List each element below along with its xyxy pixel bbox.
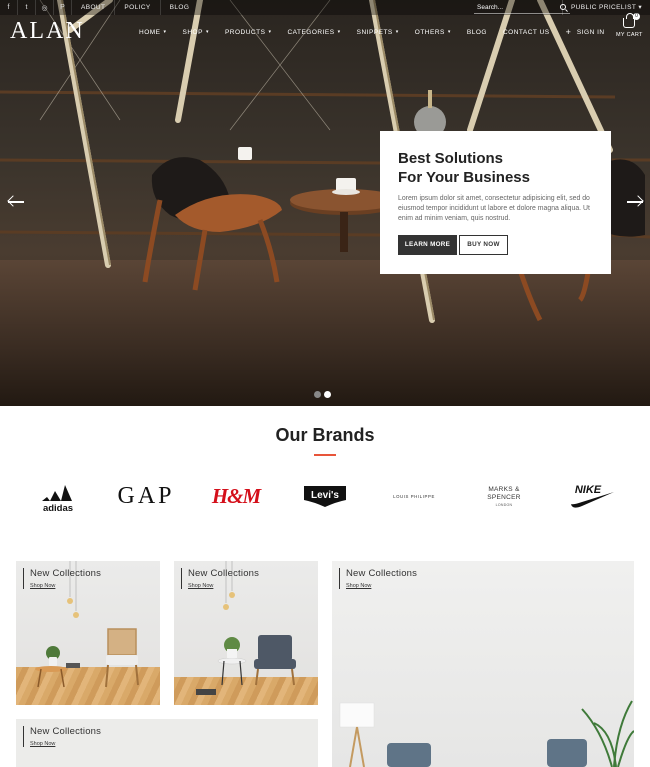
buy-now-button[interactable]: BUY NOW (459, 234, 508, 255)
collection-tile-1[interactable]: New Collections Shop Now (16, 561, 160, 705)
collection-title: New Collections (30, 568, 102, 579)
hero-caption-card: Best Solutions For Your Business Lorem i… (380, 131, 611, 274)
slider-prev-arrow-icon[interactable] (7, 195, 24, 208)
shop-now-link[interactable]: Shop Now (30, 583, 101, 589)
nav-label: OTHERS (414, 28, 445, 36)
chevron-down-icon: ▾ (268, 29, 272, 35)
hero-buttons: LEARN MORE BUY NOW (398, 234, 593, 255)
nav-item-snippets[interactable]: SNIPPETS ▾ (357, 28, 399, 36)
brand-gap[interactable]: GAP (118, 478, 172, 514)
slider-next-arrow-icon[interactable] (627, 195, 644, 208)
nav-item-home[interactable]: HOME ▾ (139, 28, 167, 36)
cart-icon (623, 13, 635, 28)
brand-adidas[interactable]: adidas (36, 478, 80, 514)
brands-heading: Our Brands (275, 425, 375, 445)
brand-marks-spencer-sub: LONDON (495, 502, 513, 507)
nav-item-blog[interactable]: BLOG (467, 28, 487, 36)
collection-label: New Collections Shop Now (339, 568, 417, 589)
page: f t ◎ P ABOUT POLICY BLOG Search... PUBL… (0, 0, 650, 767)
shop-now-link[interactable]: Shop Now (346, 583, 417, 589)
nav-item-shop[interactable]: SHOP ▾ (183, 28, 209, 36)
brands-heading-rule (314, 454, 336, 456)
nav-label: CONTACT US (502, 28, 550, 36)
cart-label: MY CART (616, 32, 643, 38)
collection-tile-3[interactable]: New Collections Shop Now (332, 561, 634, 767)
hero-title-line2: For Your Business (398, 169, 530, 186)
nav-label: SHOP (182, 28, 203, 36)
nav-item-categories[interactable]: CATEGORIES ▾ (287, 28, 340, 36)
learn-more-button[interactable]: LEARN MORE (398, 234, 457, 255)
collection-label: New Collections Shop Now (23, 726, 101, 747)
adidas-logo-icon: adidas (42, 485, 73, 513)
slider-dot-1[interactable] (314, 391, 321, 398)
hero-title-line1: Best Solutions (398, 150, 504, 167)
brand-nike[interactable]: NIKE (568, 478, 616, 514)
nav-item-products[interactable]: PRODUCTS ▾ (225, 28, 272, 36)
twitter-icon[interactable]: t (18, 0, 36, 15)
collection-tile-4[interactable]: New Collections Shop Now (16, 719, 318, 767)
topbar-link-blog[interactable]: BLOG (161, 0, 199, 15)
topbar-link-policy[interactable]: POLICY (115, 0, 161, 15)
nav-label: BLOG (466, 28, 487, 36)
hero-title: Best Solutions For Your Business (398, 149, 593, 187)
brand-adidas-name: adidas (43, 503, 73, 513)
collection-label: New Collections Shop Now (181, 568, 259, 589)
collection-title: New Collections (30, 726, 102, 737)
brand-levis[interactable]: Levi's (302, 478, 348, 514)
chevron-down-icon: ▾ (395, 29, 399, 35)
brand-hm-name: H&M (211, 483, 261, 508)
site-logo[interactable]: ALAN (10, 18, 85, 45)
brand-hm[interactable]: H&M (211, 478, 261, 514)
hero-slider: f t ◎ P ABOUT POLICY BLOG Search... PUBL… (0, 0, 650, 406)
chevron-down-icon: ▾ (337, 29, 341, 35)
pricelist-label: PUBLIC PRICELIST (570, 4, 637, 11)
hero-text: Lorem ipsum dolor sit amet, consectetur … (398, 195, 590, 223)
nav-label: PRODUCTS (224, 28, 266, 36)
nav-item-others[interactable]: OTHERS ▾ (415, 28, 451, 36)
nav-item-signin[interactable]: SIGN IN (577, 28, 605, 36)
brand-gap-name: GAP (117, 482, 175, 509)
chevron-down-icon: ▾ (205, 29, 209, 35)
nike-logo-icon: NIKE (571, 484, 614, 508)
brand-marks-spencer-name: MARKS & SPENCER (487, 485, 521, 501)
top-utility-bar: f t ◎ P ABOUT POLICY BLOG Search... PUBL… (0, 0, 650, 15)
brand-louis-philippe-name: LOUIS PHILIPPE (393, 493, 435, 499)
instagram-icon[interactable]: ◎ (36, 0, 54, 15)
cart-count-badge: 0 (633, 13, 640, 20)
nav-label: HOME (139, 28, 161, 36)
collection-title: New Collections (188, 568, 260, 579)
shop-now-link[interactable]: Shop Now (30, 741, 101, 747)
topbar-link-about[interactable]: ABOUT (72, 0, 116, 15)
collection-title: New Collections (346, 568, 418, 579)
chevron-down-icon: ▾ (447, 29, 451, 35)
nav-item-contact[interactable]: CONTACT US (503, 28, 550, 36)
collection-tile-2[interactable]: New Collections Shop Now (174, 561, 318, 705)
brand-nike-name: NIKE (575, 484, 602, 496)
collection-label: New Collections Shop Now (23, 568, 101, 589)
chevron-down-icon: ▾ (163, 29, 167, 35)
pinterest-icon[interactable]: P (54, 0, 72, 15)
brand-marks-spencer[interactable]: MARKS & SPENCER LONDON (482, 478, 526, 514)
chevron-down-icon: ▾ (638, 4, 642, 11)
nav-label: CATEGORIES (287, 28, 335, 36)
search-input[interactable]: Search... (474, 1, 570, 14)
shop-now-link[interactable]: Shop Now (188, 583, 259, 589)
slider-dot-2[interactable] (324, 391, 331, 398)
levis-logo-icon: Levi's (304, 486, 346, 507)
facebook-icon[interactable]: f (0, 0, 18, 15)
cart-button[interactable]: 0 MY CART (616, 13, 643, 38)
slider-dots (314, 391, 331, 398)
nav-label: SNIPPETS (356, 28, 393, 36)
search-placeholder: Search... (477, 4, 504, 11)
brand-levis-name: Levi's (311, 490, 339, 501)
plus-icon[interactable]: + (566, 28, 571, 37)
collection-3-image (339, 700, 634, 767)
brand-louis-philippe[interactable]: LOUIS PHILIPPE (390, 478, 438, 514)
main-nav: HOME ▾ SHOP ▾ PRODUCTS ▾ CATEGORIES ▾ SNIPPE… (139, 28, 621, 37)
